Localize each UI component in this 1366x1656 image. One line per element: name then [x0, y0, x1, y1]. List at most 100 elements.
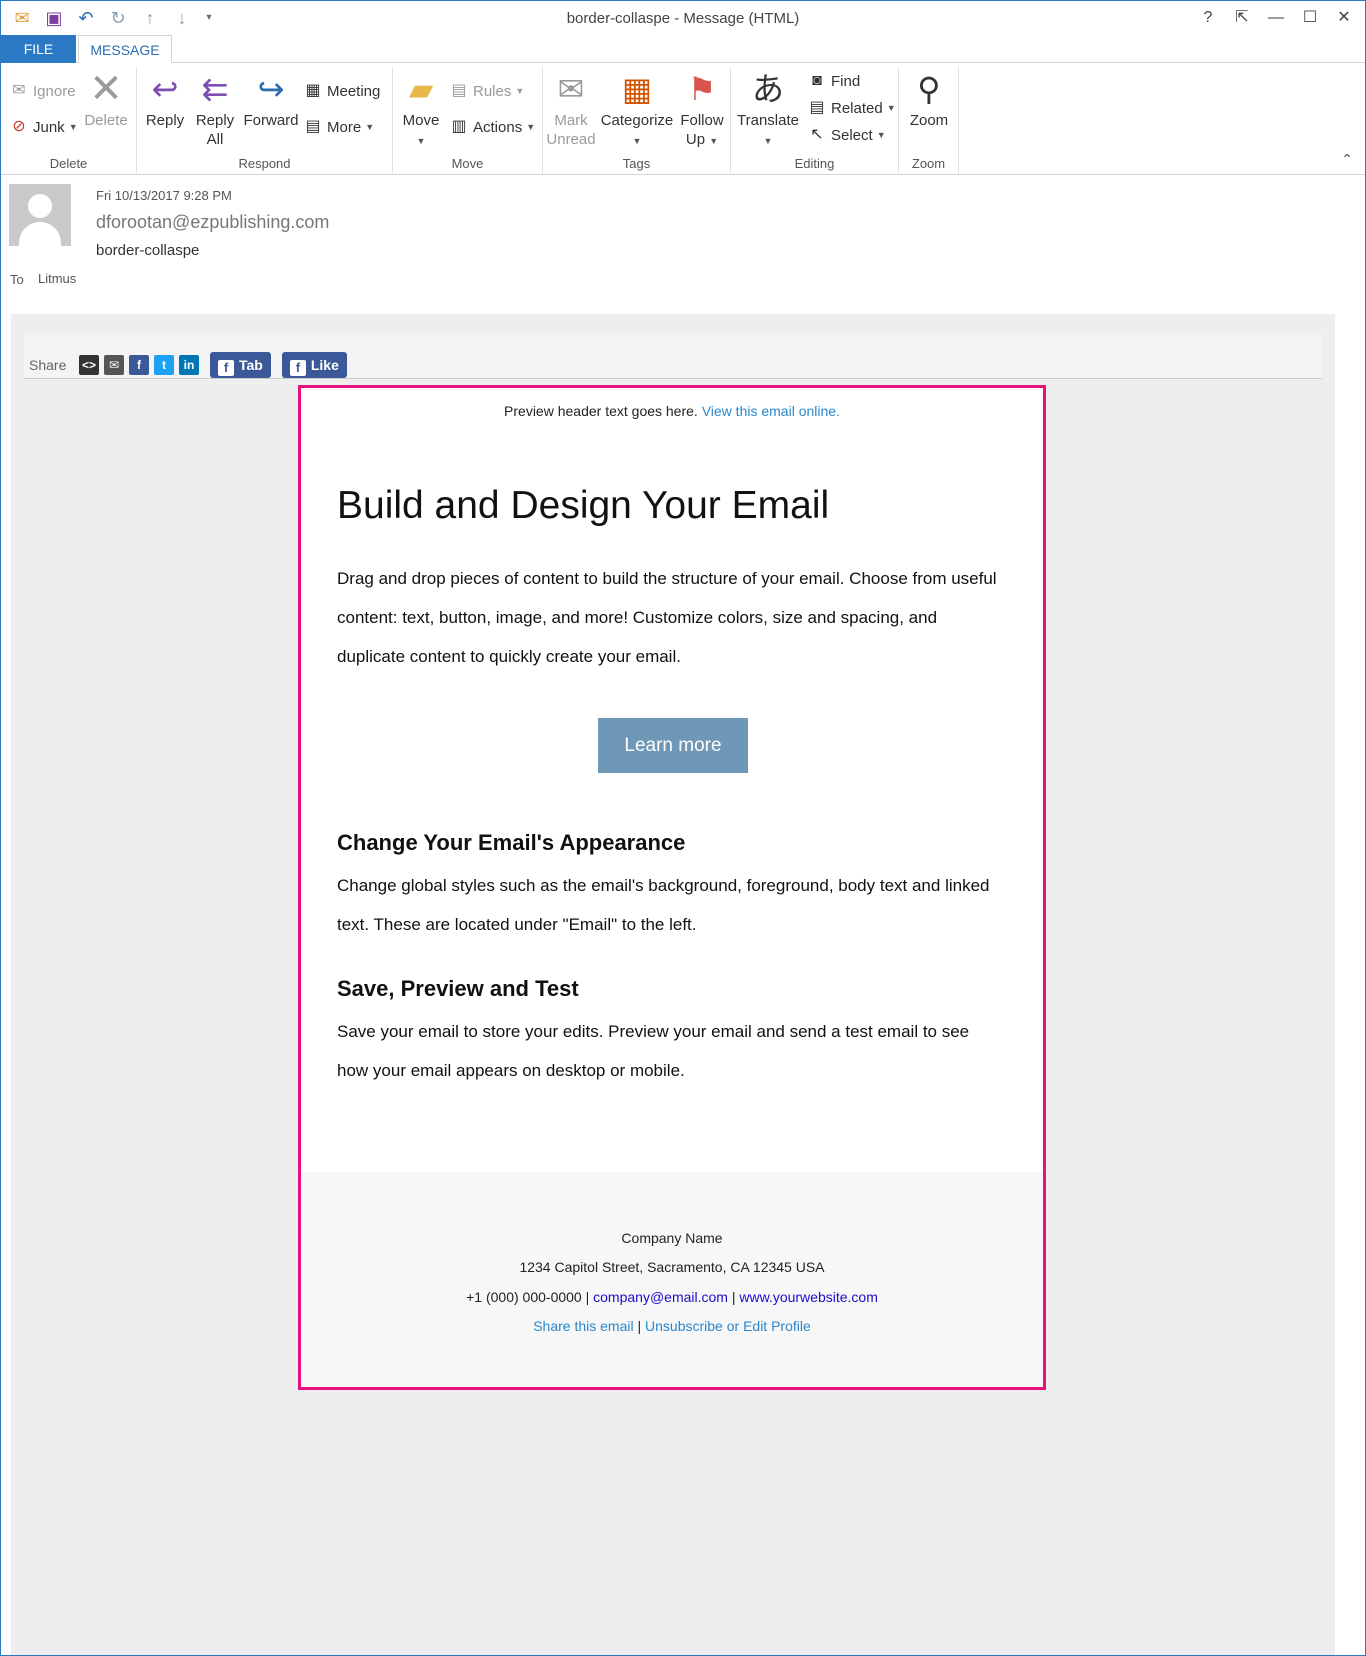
share-label: Share — [29, 357, 67, 373]
learn-more-button[interactable]: Learn more — [598, 718, 748, 773]
company-email-link[interactable]: company@email.com — [593, 1289, 728, 1305]
follow-label-line2: Up — [685, 131, 706, 148]
actions-button[interactable]: ▥ Actions ▼ — [449, 117, 535, 137]
minimize-button[interactable]: — — [1261, 5, 1291, 31]
collapse-ribbon-icon[interactable]: ⌃ — [1341, 151, 1353, 168]
twitter-icon[interactable]: t — [154, 355, 174, 375]
delete-label: Delete — [84, 112, 128, 129]
zoom-label: Zoom — [909, 112, 949, 129]
phone-number: +1 (000) 000-0000 — [466, 1289, 582, 1305]
move-button[interactable]: ▰ Move ▼ — [397, 69, 445, 151]
magnifier-icon: ⚲ — [917, 71, 941, 107]
title-bar: ✉ ▣ ↶ ↻ ↑ ↓ ▾ border-collaspe - Message … — [1, 1, 1365, 35]
reply-icon: ↩ — [151, 71, 179, 107]
reply-all-button[interactable]: ⇇ Reply All — [191, 69, 239, 149]
preheader: Preview header text goes here. View this… — [301, 403, 1043, 419]
chevron-down-icon: ▼ — [526, 122, 536, 132]
reading-pane: Share <> ✉ f t in f Tab f Like Preview hea… — [11, 314, 1335, 1655]
reply-label: Reply — [145, 112, 185, 129]
help-button[interactable]: ? — [1193, 5, 1223, 31]
mark-unread-button[interactable]: ✉ Mark Unread — [545, 69, 597, 149]
chevron-down-icon: ▼ — [876, 130, 886, 140]
ribbon-tabs: FILE MESSAGE — [1, 35, 1365, 64]
forward-button[interactable]: ↪ Forward — [241, 69, 301, 130]
company-address: 1234 Capitol Street, Sacramento, CA 1234… — [519, 1259, 825, 1275]
chevron-down-icon: ▼ — [632, 136, 642, 146]
view-online-link[interactable]: View this email online. — [702, 403, 840, 419]
chevron-down-icon: ▼ — [365, 122, 375, 132]
forward-icon: ↪ — [257, 71, 285, 107]
intro-paragraph: Drag and drop pieces of content to build… — [337, 569, 997, 666]
unsubscribe-link[interactable]: Unsubscribe or Edit Profile — [645, 1318, 811, 1334]
section1-title: Change Your Email's Appearance — [337, 830, 686, 855]
rules-label: Rules — [473, 82, 512, 100]
more-respond-button[interactable]: ▤ More ▼ — [303, 117, 374, 137]
select-button[interactable]: ↖ Select ▼ — [807, 125, 886, 145]
mark-label-line2: Unread — [546, 131, 596, 148]
categorize-button[interactable]: ▦ Categorize ▼ — [599, 69, 675, 151]
junk-icon: ⊘ — [12, 118, 26, 135]
reply-button[interactable]: ↩ Reply — [141, 69, 189, 130]
sender-address[interactable]: dforootan@ezpublishing.com — [96, 212, 329, 233]
junk-button[interactable]: ⊘ Junk ▼ — [9, 117, 77, 137]
follow-up-button[interactable]: ⚑ Follow Up ▼ — [677, 69, 727, 151]
embed-icon[interactable]: <> — [79, 355, 99, 375]
company-name: Company Name — [621, 1230, 723, 1246]
section2-body: Save your email to store your edits. Pre… — [337, 1022, 970, 1080]
more-icon: ▤ — [305, 118, 321, 135]
chevron-down-icon: ▼ — [763, 136, 773, 146]
translate-label: Translate — [737, 112, 799, 129]
website-link[interactable]: www.yourwebsite.com — [739, 1289, 878, 1305]
to-recipient[interactable]: Litmus — [38, 271, 76, 286]
move-group: ▰ Move ▼ ▤ Rules ▼ ▥ Actions ▼ Move — [393, 67, 543, 173]
facebook-icon[interactable]: f — [129, 355, 149, 375]
window-title: border-collaspe - Message (HTML) — [566, 10, 800, 27]
linkedin-icon[interactable]: in — [179, 355, 199, 375]
zoom-group: ⚲ Zoom Zoom — [899, 67, 959, 173]
categorize-icon: ▦ — [621, 71, 653, 107]
tab-file[interactable]: FILE — [1, 35, 76, 63]
section1-body: Change global styles such as the email's… — [337, 876, 990, 934]
ribbon-display-options-button[interactable]: ⇱ — [1227, 5, 1257, 31]
actions-label: Actions — [473, 118, 523, 136]
facebook-like-button[interactable]: f Like — [281, 352, 347, 378]
find-button[interactable]: ◙ Find — [807, 71, 860, 91]
email-share-icon[interactable]: ✉ — [104, 355, 124, 375]
avatar — [9, 184, 71, 246]
delete-button[interactable]: ✕ Delete — [81, 69, 131, 130]
tags-group: ✉ Mark Unread ▦ Categorize ▼ ⚑ Follow Up… — [543, 67, 731, 173]
zoom-button[interactable]: ⚲ Zoom — [903, 69, 955, 130]
maximize-button[interactable]: ☐ — [1295, 5, 1325, 31]
categorize-label: Categorize — [600, 112, 674, 129]
tab-button-label: Tab — [239, 357, 263, 373]
rules-button[interactable]: ▤ Rules ▼ — [449, 81, 524, 101]
editing-group: あ Translate ▼ ◙ Find ▤ Related ▼ ↖ Selec… — [731, 67, 899, 173]
email-heading: Build and Design Your Email — [337, 484, 830, 527]
meeting-button[interactable]: ▦ Meeting — [303, 81, 380, 101]
mark-label-line1: Mark — [554, 112, 588, 129]
ignore-button[interactable]: ✉ Ignore — [9, 81, 75, 101]
section2-title: Save, Preview and Test — [337, 976, 579, 1001]
junk-label: Junk — [33, 118, 65, 136]
editing-group-label: Editing — [794, 156, 835, 171]
related-icon: ▤ — [809, 99, 825, 116]
mark-unread-icon: ✉ — [557, 71, 585, 107]
facebook-icon: f — [218, 360, 234, 376]
message-date: Fri 10/13/2017 9:28 PM — [96, 188, 232, 203]
translate-button[interactable]: あ Translate ▼ — [733, 69, 803, 151]
chevron-down-icon: ▼ — [886, 103, 896, 113]
window-controls: ? ⇱ — ☐ ✕ — [1193, 5, 1359, 31]
tags-group-label: Tags — [622, 156, 651, 171]
contact-line: +1 (000) 000-0000 | company@email.com | … — [301, 1289, 1043, 1305]
close-button[interactable]: ✕ — [1329, 5, 1359, 31]
share-email-link[interactable]: Share this email — [533, 1318, 633, 1334]
facebook-tab-button[interactable]: f Tab — [210, 352, 271, 378]
related-button[interactable]: ▤ Related ▼ — [807, 98, 896, 118]
to-label: To — [10, 272, 24, 287]
delete-group: ✉ Ignore ⊘ Junk ▼ ✕ Delete Delete — [1, 67, 137, 173]
share-icons: <> ✉ f t in f Tab f Like — [79, 352, 347, 378]
tab-message[interactable]: MESSAGE — [78, 35, 172, 64]
forward-label: Forward — [243, 112, 299, 129]
move-group-label: Move — [451, 156, 484, 171]
chevron-down-icon: ▼ — [709, 136, 719, 146]
